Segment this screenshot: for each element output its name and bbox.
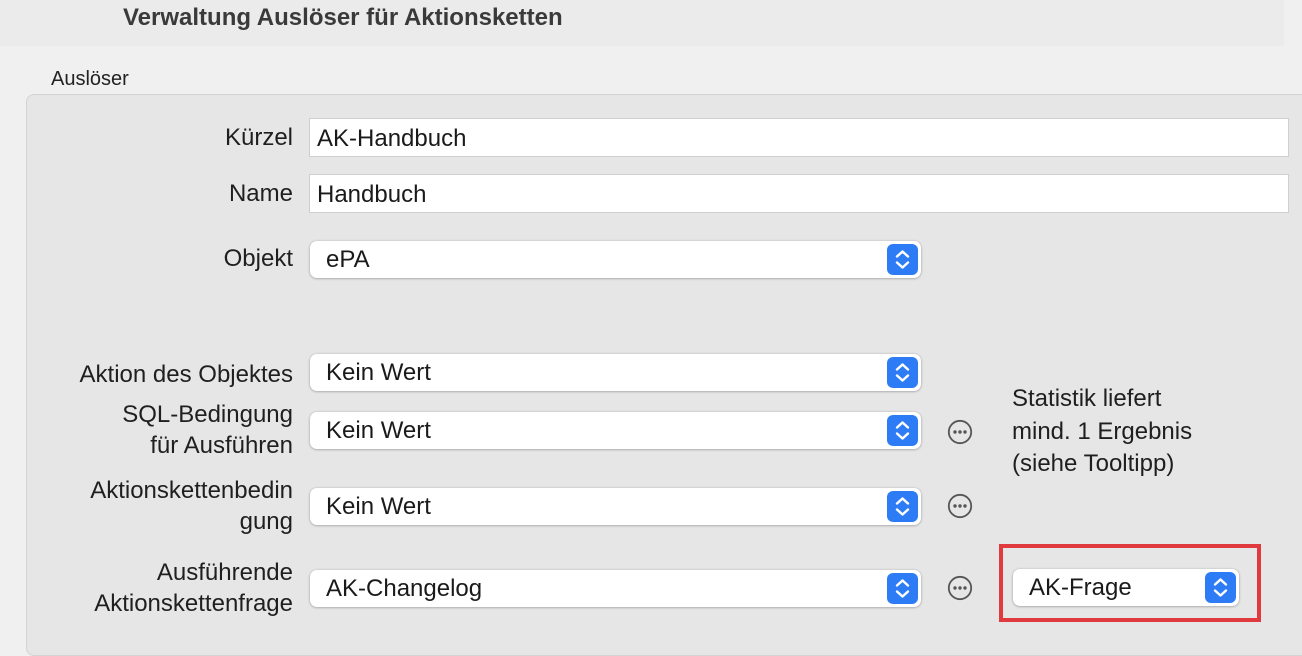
aktionskettenbedingung-label: Aktionskettenbedin gung bbox=[90, 475, 293, 537]
sql-bedingung-label-line2: für Ausführen bbox=[150, 432, 293, 459]
name-label: Name bbox=[228, 180, 293, 207]
window-title: Verwaltung Auslöser für Aktionsketten bbox=[123, 4, 563, 31]
aktionskettenfrage-popup-value: AK-Changelog bbox=[326, 575, 483, 602]
aktion-popup[interactable]: Kein Wert bbox=[310, 354, 921, 391]
up-down-chevron-icon bbox=[887, 491, 918, 522]
kuerzel-field[interactable]: AK-Handbuch bbox=[309, 118, 1289, 157]
sql-bedingung-label: SQL-Bedingung für Ausführen bbox=[122, 399, 293, 461]
sql-bedingung-ellipsis-icon[interactable] bbox=[947, 419, 973, 445]
aktionskettenfrage-popup[interactable]: AK-Changelog bbox=[310, 570, 921, 607]
aktionskettenbedingung-label-line2: gung bbox=[239, 508, 293, 535]
objekt-popup-value: ePA bbox=[326, 246, 370, 273]
window-titlebar: Verwaltung Auslöser für Aktionsketten bbox=[0, 0, 1284, 46]
objekt-label: Objekt bbox=[223, 245, 293, 272]
statistik-hinweis-line2: mind. 1 Ergebnis bbox=[1012, 417, 1193, 445]
sql-bedingung-popup[interactable]: Kein Wert bbox=[310, 412, 921, 449]
statistik-hinweis-line1: Statistik liefert bbox=[1012, 385, 1162, 412]
aktionskettenfrage-label: Ausführende Aktionskettenfrage bbox=[94, 557, 293, 619]
highlight-annotation-box bbox=[999, 544, 1261, 622]
name-field[interactable]: Handbuch bbox=[309, 174, 1289, 213]
aktion-label: Aktion des Objektes bbox=[79, 361, 293, 388]
objekt-popup[interactable]: ePA bbox=[310, 241, 921, 278]
aktionskettenbedingung-popup[interactable]: Kein Wert bbox=[310, 488, 921, 525]
kuerzel-label: Kürzel bbox=[224, 124, 293, 151]
aktionskettenbedingung-ellipsis-icon[interactable] bbox=[947, 493, 973, 519]
sql-bedingung-popup-value: Kein Wert bbox=[326, 417, 431, 444]
aktion-popup-value: Kein Wert bbox=[326, 359, 431, 386]
statistik-hinweis: Statistik liefert mind. 1 Ergebnis (sieh… bbox=[1012, 383, 1192, 481]
aktionskettenfrage-label-line1: Ausführende bbox=[156, 559, 293, 586]
aktionskettenfrage-label-line2: Aktionskettenfrage bbox=[94, 590, 293, 617]
aktionskettenbedingung-label-line1: Aktionskettenbedin bbox=[90, 477, 293, 504]
up-down-chevron-icon bbox=[887, 244, 918, 275]
statistik-hinweis-line3: (siehe Tooltipp) bbox=[1012, 450, 1175, 477]
sql-bedingung-label-line1: SQL-Bedingung bbox=[122, 401, 293, 428]
aktionskettenfrage-ellipsis-icon[interactable] bbox=[947, 575, 973, 601]
up-down-chevron-icon bbox=[887, 357, 918, 388]
up-down-chevron-icon bbox=[887, 415, 918, 446]
group-label-ausloeser: Auslöser bbox=[51, 68, 129, 90]
up-down-chevron-icon bbox=[887, 573, 918, 604]
aktionskettenbedingung-popup-value: Kein Wert bbox=[326, 493, 431, 520]
